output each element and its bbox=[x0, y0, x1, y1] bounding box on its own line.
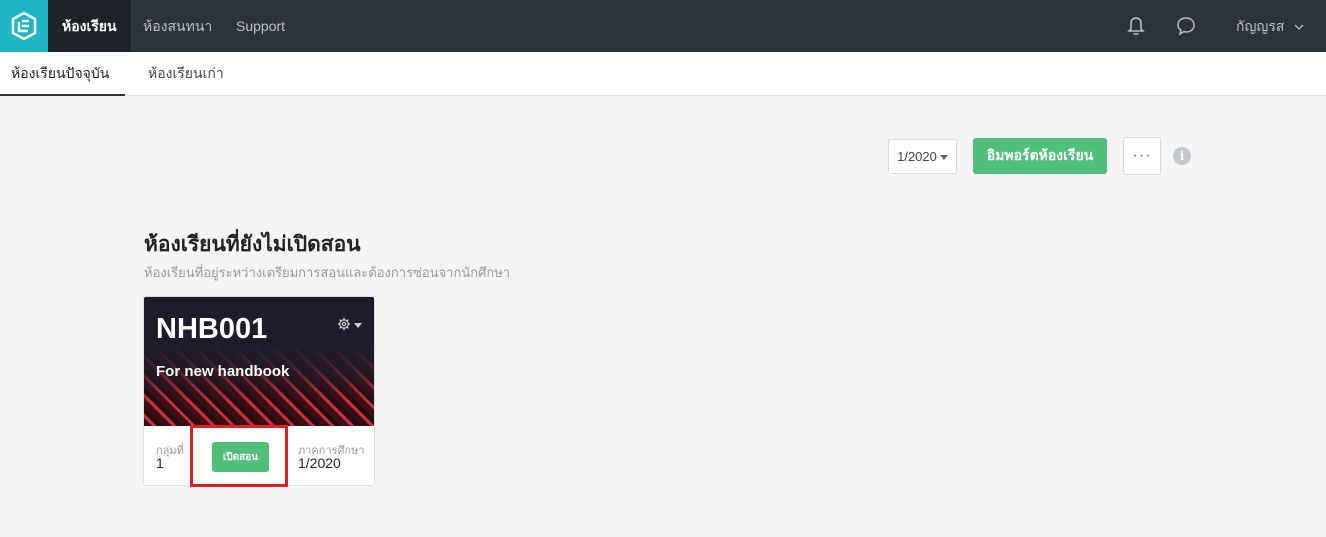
import-classroom-button[interactable]: อิมพอร์ตห้องเรียน bbox=[973, 138, 1107, 174]
top-navbar: ห้องเรียน ห้องสนทนา Support กัญญรส bbox=[0, 0, 1326, 52]
highlight-box bbox=[190, 425, 288, 487]
user-name: กัญญรส bbox=[1236, 18, 1285, 34]
semester-value: 1/2020 bbox=[298, 455, 341, 471]
chat-icon[interactable] bbox=[1175, 15, 1197, 37]
tab-old-classrooms[interactable]: ห้องเรียนเก่า bbox=[148, 52, 224, 96]
nav-chatroom[interactable]: ห้องสนทนา bbox=[143, 0, 212, 52]
section-subtitle: ห้องเรียนที่อยู่ระหว่างเตรียมการสอนและต้… bbox=[144, 265, 511, 280]
tab-current-classrooms[interactable]: ห้องเรียนปัจจุบัน bbox=[0, 52, 125, 96]
nav-support[interactable]: Support bbox=[236, 0, 285, 52]
semester-select-value: 1/2020 bbox=[897, 149, 937, 164]
course-name: For new handbook bbox=[156, 363, 290, 380]
nav-classroom[interactable]: ห้องเรียน bbox=[48, 0, 131, 52]
group-value: 1 bbox=[156, 455, 164, 471]
course-code: NHB001 bbox=[156, 313, 268, 345]
info-icon[interactable]: i bbox=[1173, 147, 1191, 165]
chevron-down-icon bbox=[1294, 24, 1304, 30]
section-title: ห้องเรียนที่ยังไม่เปิดสอน bbox=[144, 233, 361, 256]
caret-down-icon bbox=[939, 155, 948, 160]
caret-down-icon bbox=[354, 322, 362, 328]
more-options-button[interactable]: ··· bbox=[1123, 137, 1161, 175]
gear-icon bbox=[337, 317, 351, 331]
card-header[interactable]: NHB001 For new handbook bbox=[144, 297, 374, 426]
app-logo[interactable] bbox=[0, 0, 48, 52]
bell-icon[interactable] bbox=[1125, 15, 1147, 37]
logo-icon bbox=[11, 11, 37, 41]
card-settings-dropdown[interactable] bbox=[337, 317, 362, 331]
card-cover-pattern bbox=[144, 344, 374, 426]
classroom-tabs: ห้องเรียนปัจจุบัน ห้องเรียนเก่า bbox=[0, 52, 1326, 96]
user-menu[interactable]: กัญญรส bbox=[1236, 0, 1304, 52]
semester-select[interactable]: 1/2020 bbox=[888, 139, 957, 174]
